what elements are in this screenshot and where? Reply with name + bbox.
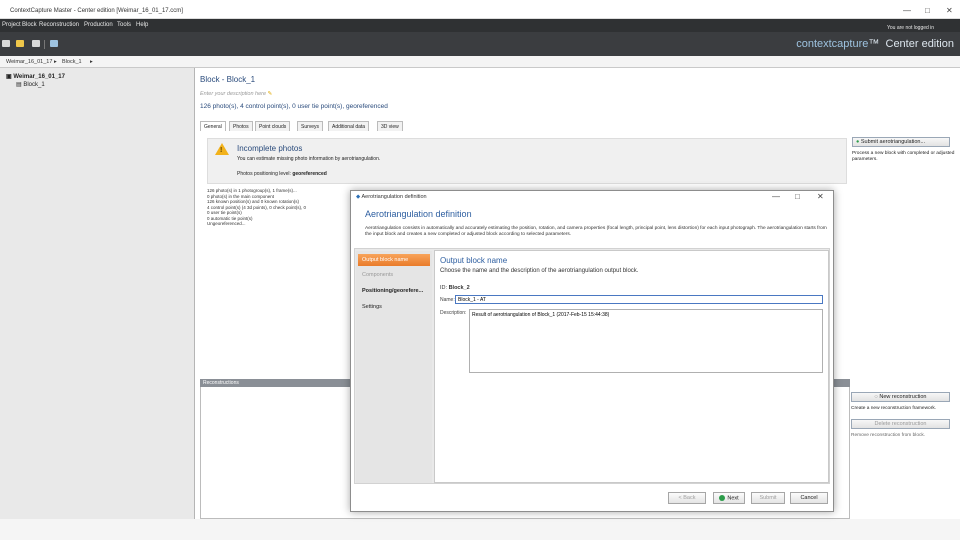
menu-help[interactable]: Help xyxy=(136,22,148,28)
aerotriangulation-icon: ● xyxy=(856,139,860,145)
positioning-level-label: Photos positioning level: xyxy=(237,171,291,177)
cancel-button[interactable]: Cancel xyxy=(790,492,828,504)
open-project-icon[interactable] xyxy=(16,40,24,47)
warning-title: Incomplete photos xyxy=(237,144,303,153)
breadcrumb-arrow-icon: ▸ xyxy=(54,59,57,65)
breadcrumb-block[interactable]: Block_1 xyxy=(62,59,82,65)
content-title: Output block name xyxy=(440,256,508,265)
step-settings[interactable]: Settings xyxy=(358,301,430,313)
delete-reconstruction-button[interactable]: Delete reconstruction xyxy=(851,419,950,429)
tab-surveys[interactable]: Surveys xyxy=(297,121,324,131)
submit-aerotriangulation-button[interactable]: ● Submit aerotriangulation... xyxy=(852,137,950,147)
name-field[interactable] xyxy=(455,295,823,304)
tree-project-label: Weimar_16_01_17 xyxy=(13,74,65,80)
warning-text: You can estimate missing photo informati… xyxy=(237,156,381,162)
breadcrumb: Weimar_16_01_17 ▸ Block_1 ▸ xyxy=(0,56,960,68)
dialog-minimize-button[interactable]: — xyxy=(772,192,780,201)
new-reconstruction-help: Create a new reconstruction framework. xyxy=(851,406,937,411)
description-label: Description: xyxy=(440,310,467,316)
dialog-description: Aerotriangulation consists in automatica… xyxy=(365,226,827,237)
edit-pencil-icon[interactable]: ✎ xyxy=(268,91,273,97)
next-icon xyxy=(719,495,726,501)
block-description[interactable]: Enter your description here ✎ xyxy=(200,91,272,97)
tree-project[interactable]: ▣ Weimar_16_01_17 xyxy=(6,73,65,80)
next-button-label: Next xyxy=(727,495,739,502)
positioning-level: Photos positioning level: georeferenced xyxy=(237,171,327,177)
new-reconstruction-icon: ◌ xyxy=(874,394,878,400)
tab-general[interactable]: General xyxy=(200,121,226,131)
project-tree: ▣ Weimar_16_01_17 ▤ Block_1 xyxy=(0,68,195,540)
block-id: ID: Block_2 xyxy=(440,285,470,291)
tab-additional-data[interactable]: Additional data xyxy=(328,121,370,131)
delete-reconstruction-help: Remove reconstruction from block. xyxy=(851,433,926,438)
dialog-app-icon: ◆ xyxy=(356,194,361,200)
minimize-button[interactable]: — xyxy=(903,6,911,15)
tree-block[interactable]: ▤ Block_1 xyxy=(16,81,45,88)
step-positioning[interactable]: Positioning/georefere... xyxy=(358,285,430,297)
description-field[interactable]: Result of aerotriangulation of Block_1 (… xyxy=(469,309,823,373)
save-project-icon[interactable] xyxy=(32,40,40,47)
tab-3d-view[interactable]: 3D view xyxy=(377,121,403,131)
settings-icon[interactable] xyxy=(50,40,58,47)
menu-bar: Project Block Reconstruction Production … xyxy=(0,19,960,32)
brand-name: contextcapture xyxy=(796,38,869,50)
new-reconstruction-button[interactable]: ◌ New reconstruction xyxy=(851,392,950,402)
menu-tools[interactable]: Tools xyxy=(117,22,131,28)
tab-point-clouds[interactable]: Point clouds xyxy=(255,121,291,131)
bottom-strip xyxy=(0,519,960,540)
summary-line: Ungeoreferenced... xyxy=(207,221,246,226)
menu-project[interactable]: Project xyxy=(2,22,21,28)
block-id-label: ID: xyxy=(440,285,448,291)
positioning-level-value: georeferenced xyxy=(292,171,327,177)
breadcrumb-project[interactable]: Weimar_16_01_17 xyxy=(6,59,52,65)
step-components[interactable]: Components xyxy=(358,269,430,281)
next-button[interactable]: Next xyxy=(713,492,745,504)
step-output-block-name[interactable]: Output block name xyxy=(358,254,430,266)
back-button[interactable]: < Back xyxy=(668,492,706,504)
content-subtitle: Choose the name and the description of t… xyxy=(440,268,639,274)
new-reconstruction-label: New reconstruction xyxy=(879,394,927,400)
close-button[interactable]: ✕ xyxy=(946,6,953,15)
brand-tm: ™ xyxy=(868,38,880,50)
block-title: Block - Block_1 xyxy=(200,75,256,84)
window-titlebar: ContextCapture Master - Center edition [… xyxy=(0,0,960,19)
block-stats: 126 photo(s), 4 control point(s), 0 user… xyxy=(200,103,388,110)
tree-block-label: Block_1 xyxy=(23,82,45,88)
new-project-icon[interactable] xyxy=(2,40,10,47)
dialog-heading: Aerotriangulation definition xyxy=(365,209,472,219)
menu-production[interactable]: Production xyxy=(84,22,113,28)
brand-edition: Center edition xyxy=(885,38,955,50)
window-title: ContextCapture Master - Center edition [… xyxy=(10,8,183,14)
dialog-titlebar: ◆ Aerotriangulation definition xyxy=(356,194,427,200)
submit-button[interactable]: Submit xyxy=(751,492,785,504)
submit-aerotriangulation-label: Submit aerotriangulation... xyxy=(860,139,926,145)
menu-reconstruction[interactable]: Reconstruction xyxy=(39,22,79,28)
dialog-close-button[interactable]: ✕ xyxy=(817,192,824,201)
toolbar-separator xyxy=(44,40,45,49)
block-description-placeholder: Enter your description here xyxy=(200,91,267,97)
warning-exclamation: ! xyxy=(220,147,223,154)
breadcrumb-more-icon[interactable]: ▸ xyxy=(90,59,93,65)
dialog-title: Aerotriangulation definition xyxy=(361,194,427,200)
tab-photos[interactable]: Photos xyxy=(229,121,253,131)
dialog-maximize-button[interactable]: □ xyxy=(795,192,800,201)
name-label: Name: xyxy=(440,297,455,303)
block-id-value: Block_2 xyxy=(448,285,470,291)
aerotriangulation-help: Process a new block with completed or ad… xyxy=(852,151,955,162)
brand-logo: contextcapture™ Center edition xyxy=(796,38,954,50)
menu-block[interactable]: Block xyxy=(22,22,37,28)
block-summary: 126 photo(s) in 1 photogroup(s), 1 frame… xyxy=(207,188,352,244)
maximize-button[interactable]: □ xyxy=(925,6,930,15)
login-status[interactable]: You are not logged in xyxy=(887,25,934,31)
